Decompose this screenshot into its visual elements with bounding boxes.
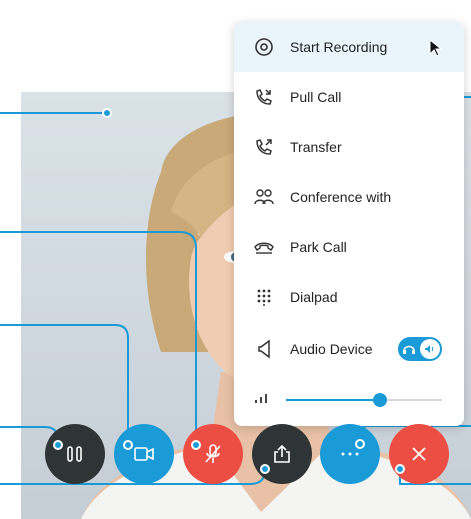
more-icon <box>341 452 359 456</box>
menu-item-pull-call[interactable]: Pull Call <box>234 72 464 122</box>
volume-control <box>234 374 464 424</box>
microphone-muted-icon <box>205 444 221 463</box>
menu-item-label: Audio Device <box>290 341 373 357</box>
mute-button[interactable] <box>183 424 243 484</box>
park-call-icon <box>252 235 276 259</box>
video-button[interactable] <box>114 424 174 484</box>
menu-item-transfer[interactable]: Transfer <box>234 122 464 172</box>
volume-knob[interactable] <box>372 393 387 407</box>
menu-item-label: Transfer <box>290 139 342 155</box>
more-options-menu: Start Recording Pull Call Transfer Confe… <box>234 22 464 426</box>
more-button[interactable] <box>320 424 380 484</box>
menu-item-label: Pull Call <box>290 89 342 105</box>
menu-item-park-call[interactable]: Park Call <box>234 222 464 272</box>
share-button[interactable] <box>252 424 312 484</box>
menu-item-label: Conference with <box>290 189 392 205</box>
menu-item-conference[interactable]: Conference with <box>234 172 464 222</box>
transfer-icon <box>252 135 276 159</box>
conference-icon <box>252 185 276 209</box>
dialpad-icon <box>252 285 276 309</box>
menu-item-label: Start Recording <box>290 39 388 55</box>
callout-dot <box>102 108 112 118</box>
callout-dot <box>53 440 63 450</box>
volume-fill <box>286 399 380 401</box>
callout-dot <box>123 440 133 450</box>
menu-item-label: Dialpad <box>290 289 338 305</box>
call-window: Start Recording Pull Call Transfer Confe… <box>0 0 471 519</box>
callout-dot <box>355 439 365 449</box>
menu-item-label: Park Call <box>290 239 347 255</box>
camera-icon <box>134 447 154 461</box>
callout-dot <box>395 464 405 474</box>
pull-call-icon <box>252 85 276 109</box>
pause-icon <box>67 446 82 462</box>
end-call-button[interactable] <box>389 424 449 484</box>
close-icon <box>412 447 426 461</box>
menu-item-audio-device[interactable]: Audio Device <box>234 324 464 374</box>
signal-bars-icon <box>254 390 272 407</box>
audio-device-toggle[interactable] <box>398 337 442 361</box>
cursor-icon <box>429 39 443 57</box>
speaker-icon <box>425 345 434 353</box>
share-icon <box>274 444 290 463</box>
menu-item-start-recording[interactable]: Start Recording <box>234 22 464 72</box>
record-icon <box>252 35 276 59</box>
headset-icon <box>403 345 415 354</box>
toggle-knob <box>420 339 440 359</box>
volume-slider[interactable] <box>286 393 442 407</box>
speaker-icon <box>252 337 276 361</box>
callout-dot <box>260 464 270 474</box>
callout-dot <box>191 440 201 450</box>
hold-button[interactable] <box>45 424 105 484</box>
menu-item-dialpad[interactable]: Dialpad <box>234 272 464 322</box>
